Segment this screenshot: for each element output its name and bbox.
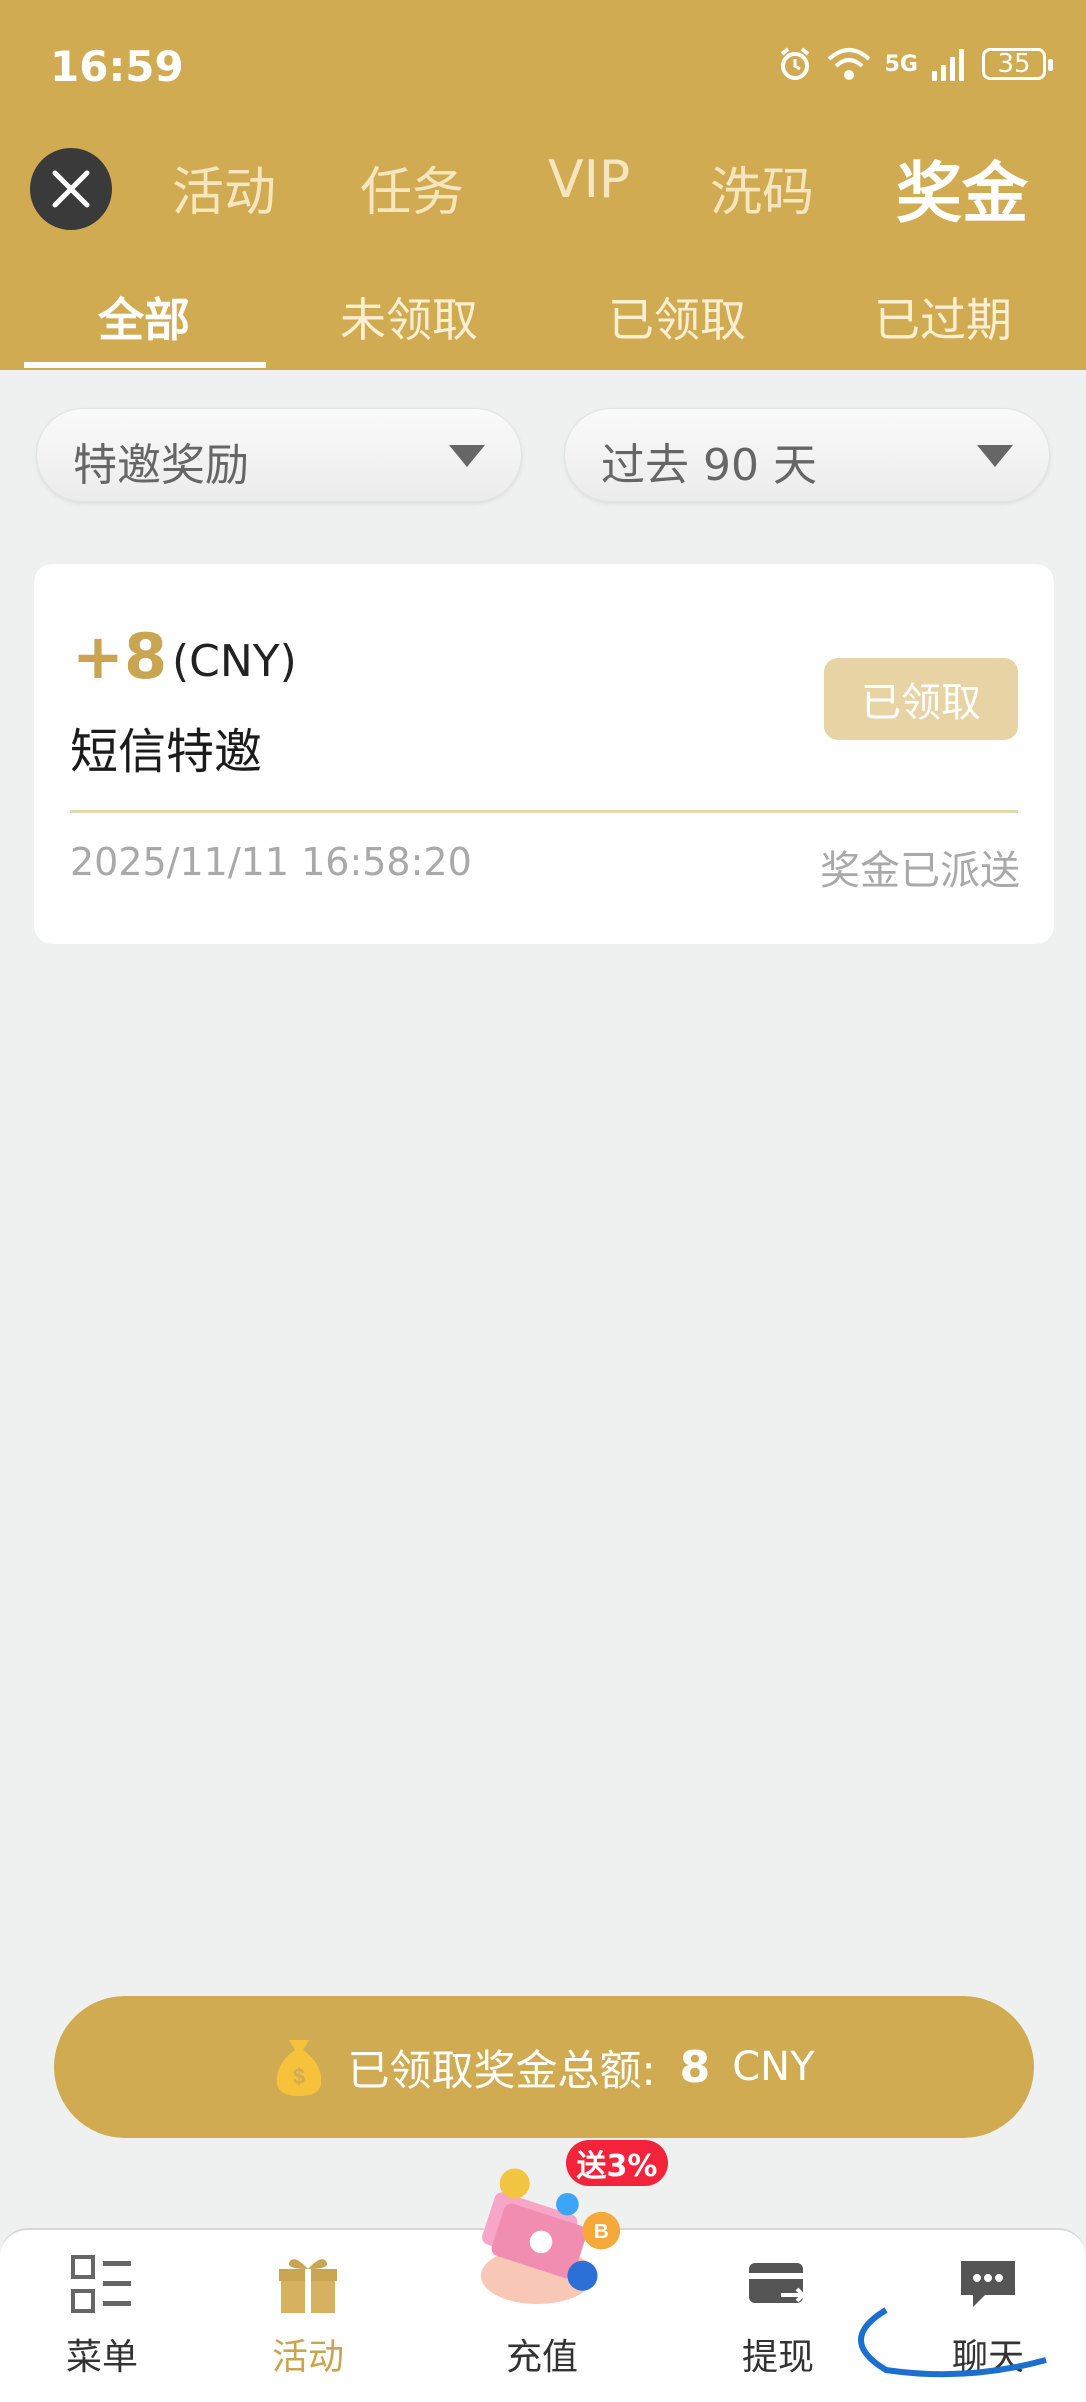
- divider: [70, 810, 1018, 813]
- gift-icon: [279, 2259, 337, 2313]
- header: 16:59 5G 35 活动 任务 VIP 洗码 奖金 全部 未领取 已领取 已…: [0, 0, 1086, 370]
- svg-text:B: B: [594, 2220, 609, 2243]
- top-nav-bonus[interactable]: 奖金: [896, 140, 1028, 236]
- caret-down-icon: [977, 445, 1013, 467]
- reward-amount: +8: [72, 620, 168, 693]
- total-label: 已领取奖金总额:: [347, 2045, 656, 2095]
- tab-claimed[interactable]: 已领取: [608, 284, 746, 350]
- svg-text:$: $: [293, 2064, 305, 2089]
- total-currency: CNY: [732, 2044, 815, 2090]
- top-nav-tasks[interactable]: 任务: [360, 150, 464, 225]
- total-claimed-bar: $ 已领取奖金总额: 8 CNY: [54, 1996, 1034, 2138]
- network-type: 5G: [884, 51, 918, 77]
- tab-expired[interactable]: 已过期: [874, 284, 1012, 350]
- watermark-swoosh-icon: [858, 2307, 1047, 2378]
- nav-activity-label: 活动: [271, 2337, 344, 2378]
- close-icon: [52, 170, 90, 208]
- status-time: 16:59: [50, 42, 184, 91]
- reward-status: 奖金已派送: [820, 848, 1020, 894]
- nav-withdraw[interactable]: 提现: [698, 2250, 858, 2380]
- total-amount: 8: [679, 2041, 711, 2093]
- tab-unclaimed[interactable]: 未领取: [340, 284, 478, 350]
- reward-currency: (CNY): [172, 636, 297, 687]
- reward-title: 短信特邀: [70, 724, 263, 780]
- period-filter-value: 过去 90 天: [601, 440, 817, 491]
- period-filter-dropdown[interactable]: 过去 90 天: [564, 408, 1050, 502]
- menu-icon: [71, 2255, 131, 2313]
- caret-down-icon: [449, 445, 485, 467]
- top-nav-rebate[interactable]: 洗码: [710, 150, 814, 225]
- nav-menu-label: 菜单: [65, 2337, 138, 2378]
- wifi-icon: [827, 48, 870, 80]
- nav-activity[interactable]: 活动: [228, 2250, 388, 2380]
- signal-icon: [932, 49, 964, 81]
- top-nav-activity[interactable]: 活动: [172, 150, 276, 225]
- battery-icon: 35: [982, 48, 1053, 80]
- battery-level: 35: [997, 49, 1031, 79]
- alarm-icon: [780, 47, 809, 80]
- tab-all[interactable]: 全部: [98, 284, 190, 350]
- deposit-icon: B: [480, 2168, 621, 2304]
- type-filter-value: 特邀奖励: [73, 440, 249, 491]
- reward-card: +8 (CNY) 短信特邀 已领取 2025/11/11 16:58:20 奖金…: [34, 564, 1054, 944]
- top-nav-vip[interactable]: VIP: [548, 150, 630, 210]
- type-filter-dropdown[interactable]: 特邀奖励: [36, 408, 522, 502]
- nav-menu[interactable]: 菜单: [22, 2250, 182, 2380]
- money-bag-icon: $: [277, 2040, 322, 2096]
- nav-deposit-label: 充值: [505, 2337, 578, 2378]
- claimed-button[interactable]: 已领取: [824, 658, 1018, 740]
- watermark-logo: [846, 2300, 1076, 2380]
- close-button[interactable]: [30, 148, 112, 230]
- card-transfer-icon: [749, 2263, 806, 2303]
- nav-withdraw-label: 提现: [741, 2337, 814, 2378]
- nav-deposit[interactable]: B 充值: [462, 2168, 622, 2380]
- active-tab-indicator: [24, 362, 266, 368]
- reward-date: 2025/11/11 16:58:20: [70, 840, 472, 884]
- status-icons: 5G 35: [777, 46, 1053, 82]
